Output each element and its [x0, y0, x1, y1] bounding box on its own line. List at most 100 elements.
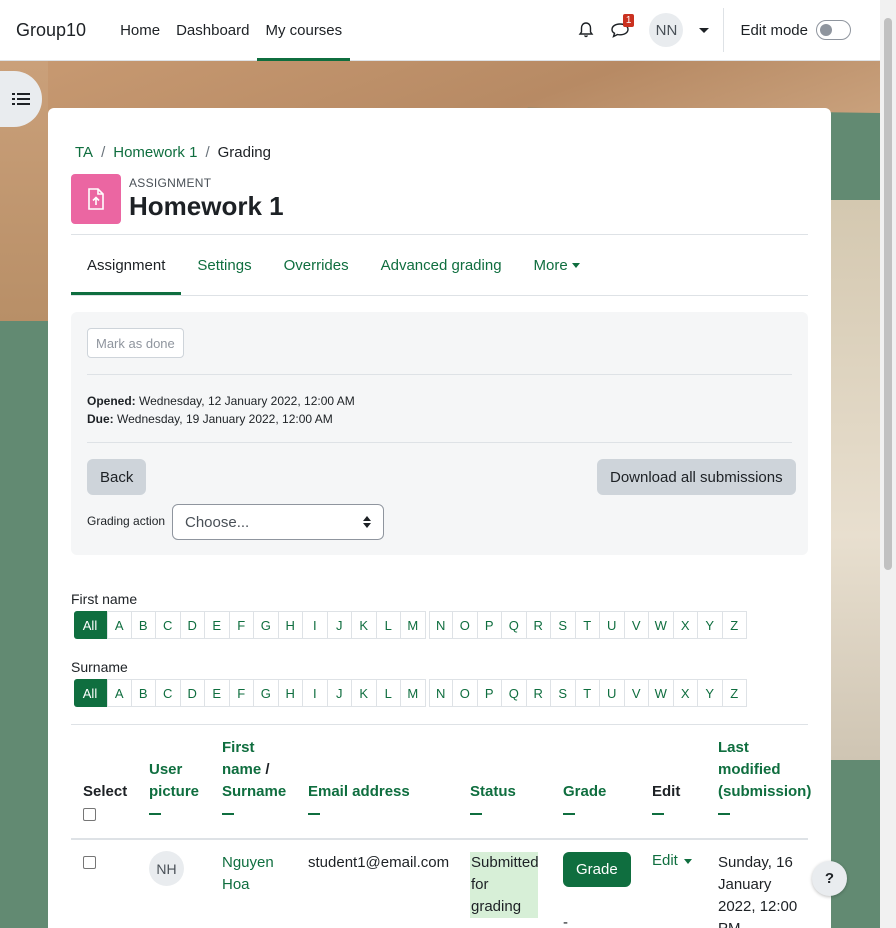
nav-home[interactable]: Home: [112, 0, 168, 61]
edit-menu-button[interactable]: Edit: [652, 852, 692, 869]
surname-filter-e[interactable]: E: [205, 679, 230, 707]
first-name-filter-h[interactable]: H: [278, 611, 303, 639]
first-name-filter-m[interactable]: M: [401, 611, 426, 639]
first-name-filter-d[interactable]: D: [180, 611, 205, 639]
tab-assignment[interactable]: Assignment: [71, 235, 182, 295]
sort-first-name-link[interactable]: First name: [222, 739, 261, 778]
surname-filter-z[interactable]: Z: [722, 679, 747, 707]
tab-settings[interactable]: Settings: [181, 235, 267, 295]
collapse-column-icon[interactable]: [222, 813, 234, 815]
sort-surname-link[interactable]: Surname: [222, 783, 286, 800]
grade-button[interactable]: Grade: [563, 852, 631, 887]
surname-filter-b[interactable]: B: [131, 679, 156, 707]
select-all-checkbox[interactable]: [83, 808, 96, 821]
surname-filter-v[interactable]: V: [624, 679, 649, 707]
surname-filter-x[interactable]: X: [673, 679, 698, 707]
avatar[interactable]: NH: [149, 851, 184, 886]
messages-button[interactable]: 1: [604, 14, 636, 46]
first-name-filter-c[interactable]: C: [156, 611, 181, 639]
first-name-filter-v[interactable]: V: [624, 611, 649, 639]
nav-dashboard[interactable]: Dashboard: [168, 0, 257, 61]
surname-filter-f[interactable]: F: [229, 679, 254, 707]
mark-as-done-button[interactable]: Mark as done: [87, 328, 184, 358]
surname-filter-w[interactable]: W: [649, 679, 674, 707]
surname-filter-c[interactable]: C: [156, 679, 181, 707]
notifications-button[interactable]: [570, 14, 602, 46]
surname-filter-y[interactable]: Y: [698, 679, 723, 707]
column-header-status[interactable]: Status: [470, 781, 516, 815]
edit-mode-toggle[interactable]: [816, 20, 851, 40]
first-name-filter-g[interactable]: G: [254, 611, 279, 639]
first-name-filter-l[interactable]: L: [376, 611, 401, 639]
surname-filter-n[interactable]: N: [428, 679, 453, 707]
surname-filter-p[interactable]: P: [477, 679, 502, 707]
chevron-down-icon: [683, 858, 692, 864]
breadcrumb-assignment[interactable]: Homework 1: [113, 144, 197, 161]
first-name-filter-all[interactable]: All: [74, 611, 107, 639]
student-name-link[interactable]: Nguyen Hoa: [222, 852, 282, 896]
surname-filter-m[interactable]: M: [401, 679, 426, 707]
surname-filter-j[interactable]: J: [327, 679, 352, 707]
first-name-filter-k[interactable]: K: [352, 611, 377, 639]
tab-advanced-grading[interactable]: Advanced grading: [365, 235, 518, 295]
surname-filter-d[interactable]: D: [180, 679, 205, 707]
surname-filter-all[interactable]: All: [74, 679, 107, 707]
first-name-filter-s[interactable]: S: [551, 611, 576, 639]
nav-my-courses[interactable]: My courses: [257, 0, 350, 61]
surname-filter-s[interactable]: S: [551, 679, 576, 707]
surname-filter-g[interactable]: G: [254, 679, 279, 707]
tab-overrides[interactable]: Overrides: [268, 235, 365, 295]
column-header-email[interactable]: Email address: [308, 781, 410, 815]
surname-filter-k[interactable]: K: [352, 679, 377, 707]
column-header-last-modified[interactable]: Last modified (submission): [718, 737, 813, 815]
user-avatar[interactable]: NN: [649, 13, 684, 47]
first-name-filter-y[interactable]: Y: [698, 611, 723, 639]
collapse-column-icon[interactable]: [652, 813, 664, 815]
first-name-filter-p[interactable]: P: [477, 611, 502, 639]
first-name-filter-n[interactable]: N: [428, 611, 453, 639]
download-all-submissions-button[interactable]: Download all submissions: [597, 459, 796, 495]
first-name-filter-a[interactable]: A: [107, 611, 132, 639]
column-header-user-picture[interactable]: User picture: [149, 759, 207, 815]
surname-filter-r[interactable]: R: [526, 679, 551, 707]
first-name-filter-b[interactable]: B: [131, 611, 156, 639]
collapse-column-icon[interactable]: [563, 813, 575, 815]
first-name-filter-j[interactable]: J: [327, 611, 352, 639]
surname-filter-q[interactable]: Q: [502, 679, 527, 707]
help-button[interactable]: ?: [812, 861, 847, 896]
first-name-filter-o[interactable]: O: [453, 611, 478, 639]
surname-filter-i[interactable]: I: [303, 679, 328, 707]
row-select-checkbox[interactable]: [83, 856, 96, 869]
first-name-filter-x[interactable]: X: [673, 611, 698, 639]
first-name-initials-bar: All A B C D E F G H I J K L M N O P Q R S T U V W X Y Z: [74, 611, 747, 639]
collapse-column-icon[interactable]: [308, 813, 320, 815]
first-name-filter-q[interactable]: Q: [502, 611, 527, 639]
page-scrollbar[interactable]: [880, 0, 896, 928]
first-name-filter-t[interactable]: T: [575, 611, 600, 639]
first-name-filter-u[interactable]: U: [600, 611, 625, 639]
tab-more[interactable]: More: [518, 235, 596, 295]
collapse-column-icon[interactable]: [149, 813, 161, 815]
surname-filter-t[interactable]: T: [575, 679, 600, 707]
site-brand[interactable]: Group10: [16, 20, 86, 41]
grading-action-select[interactable]: Choose...: [172, 504, 384, 540]
first-name-filter-r[interactable]: R: [526, 611, 551, 639]
breadcrumb-course[interactable]: TA: [75, 144, 93, 161]
surname-filter-a[interactable]: A: [107, 679, 132, 707]
first-name-filter-z[interactable]: Z: [722, 611, 747, 639]
chevron-down-icon[interactable]: [699, 27, 710, 33]
first-name-filter-f[interactable]: F: [229, 611, 254, 639]
surname-filter-h[interactable]: H: [278, 679, 303, 707]
first-name-filter-e[interactable]: E: [205, 611, 230, 639]
tabs-divider: [71, 295, 808, 296]
surname-filter-u[interactable]: U: [600, 679, 625, 707]
surname-filter-o[interactable]: O: [453, 679, 478, 707]
scrollbar-thumb[interactable]: [884, 18, 892, 570]
surname-filter-l[interactable]: L: [376, 679, 401, 707]
back-button[interactable]: Back: [87, 459, 147, 495]
collapse-column-icon[interactable]: [470, 813, 482, 815]
first-name-filter-i[interactable]: I: [303, 611, 328, 639]
collapse-column-icon[interactable]: [718, 813, 730, 815]
first-name-filter-w[interactable]: W: [649, 611, 674, 639]
column-header-grade[interactable]: Grade: [563, 781, 606, 815]
